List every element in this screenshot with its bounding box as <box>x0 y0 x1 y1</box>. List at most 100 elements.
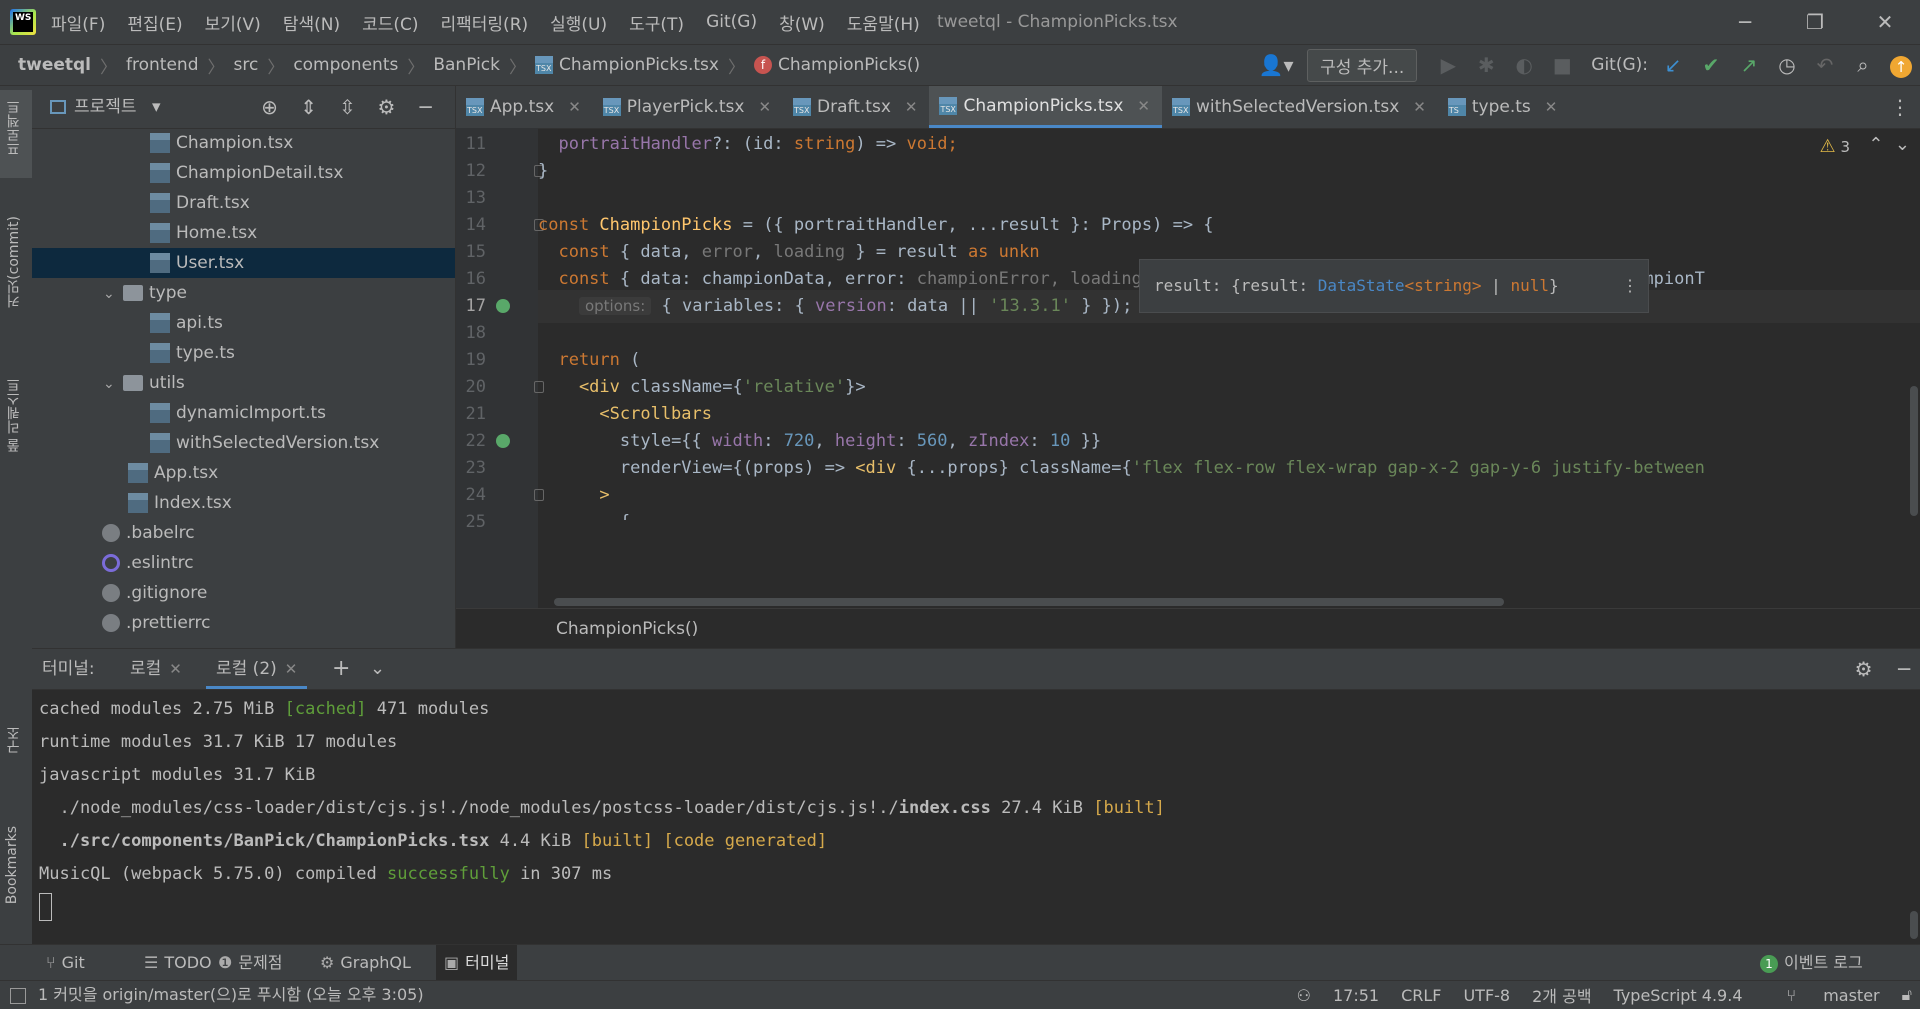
menu-navigate[interactable]: 탐색(N) <box>272 10 351 35</box>
breadcrumb-frontend[interactable]: frontend <box>126 55 198 75</box>
commit-tool-tab[interactable]: 커밋(commit) <box>4 216 24 308</box>
tree-file[interactable]: api.ts <box>32 308 455 338</box>
terminal-tool-button[interactable]: ▣ 터미널 <box>436 945 518 981</box>
previous-highlight-icon[interactable]: ⌃ <box>1868 134 1883 155</box>
tree-file[interactable]: Index.tsx <box>32 488 455 518</box>
breadcrumb-components[interactable]: components <box>293 55 398 75</box>
tree-file[interactable]: ChampionDetail.tsx <box>32 158 455 188</box>
hide-icon[interactable]: ─ <box>406 95 445 119</box>
editor-tab[interactable]: TSX withSelectedVersion.tsx ✕ <box>1162 86 1438 128</box>
close-icon[interactable]: ✕ <box>1850 0 1920 44</box>
chevron-down-icon[interactable]: ⌄ <box>103 369 123 399</box>
rollback-icon[interactable]: ↶ <box>1806 45 1844 85</box>
graphql-tool-button[interactable]: ⚙ GraphQL <box>320 945 411 981</box>
collapse-all-icon[interactable]: ⇳ <box>328 95 367 119</box>
menu-help[interactable]: 도움말(H) <box>836 10 931 35</box>
editor-vertical-scrollbar[interactable] <box>1910 386 1918 516</box>
breadcrumb-function[interactable]: ChampionPicks() <box>778 55 920 75</box>
tree-file[interactable]: .eslintrc <box>32 548 455 578</box>
menu-git[interactable]: Git(G) <box>695 12 768 32</box>
tree-file[interactable]: Champion.tsx <box>32 128 455 158</box>
inspection-profile-icon[interactable]: ⚇ <box>1297 986 1311 1005</box>
tree-file[interactable]: .prettierrc <box>32 608 455 638</box>
debug-icon[interactable]: ✱ <box>1467 45 1505 85</box>
user-icon[interactable]: 👤▾ <box>1257 45 1295 85</box>
close-tab-icon[interactable]: ✕ <box>1545 86 1558 128</box>
webstorm-logo-icon[interactable]: WS <box>10 9 36 35</box>
menu-refactor[interactable]: 리팩터링(R) <box>430 10 540 35</box>
tree-file[interactable]: withSelectedVersion.tsx <box>32 428 455 458</box>
editor-tab[interactable]: TSX Draft.tsx ✕ <box>783 86 929 128</box>
code-area[interactable]: portraitHandler?: (id: string) => void; … <box>538 128 1920 608</box>
terminal-tab-local-2[interactable]: 로컬 (2) ✕ <box>206 649 308 689</box>
history-icon[interactable]: ◷ <box>1768 45 1806 85</box>
terminal-scrollbar[interactable] <box>1910 911 1918 939</box>
breadcrumb-project[interactable]: tweetql <box>18 55 91 75</box>
project-view-selector[interactable]: 프로젝트 ▾ <box>50 86 161 128</box>
bookmarks-tool-tab[interactable]: Bookmarks <box>4 826 20 904</box>
git-tool-button[interactable]: ⑂ Git <box>46 945 85 981</box>
git-branch-widget[interactable]: ⑂ master <box>1765 986 1880 1005</box>
tree-file[interactable]: .gitignore <box>32 578 455 608</box>
gear-icon[interactable]: ⚙ <box>367 95 406 119</box>
add-configuration-button[interactable]: 구성 추가... <box>1307 48 1418 82</box>
editor-tab[interactable]: TS type.ts ✕ <box>1438 86 1569 128</box>
line-separator[interactable]: CRLF <box>1401 986 1441 1005</box>
coverage-icon[interactable]: ◐ <box>1505 45 1543 85</box>
close-tab-icon[interactable]: ✕ <box>1137 85 1150 127</box>
editor-tab[interactable]: TSX ChampionPicks.tsx ✕ <box>929 86 1162 128</box>
horizontal-scrollbar[interactable] <box>554 598 1504 606</box>
project-tool-tab[interactable]: 프로젝트 <box>4 100 24 156</box>
inspection-widget[interactable]: ⚠ 3 <box>1820 136 1850 157</box>
status-message[interactable]: 1 커밋을 origin/master(으)로 푸시함 (오늘 오후 3:05) <box>10 981 424 1009</box>
indent-setting[interactable]: 2개 공백 <box>1532 983 1591 1007</box>
tree-file[interactable]: Home.tsx <box>32 218 455 248</box>
tree-file[interactable]: User.tsx <box>32 248 455 278</box>
stop-icon[interactable]: ■ <box>1543 45 1581 85</box>
menu-window[interactable]: 창(W) <box>768 10 836 35</box>
gear-icon[interactable]: ⚙ <box>1855 657 1873 681</box>
close-tab-icon[interactable]: ✕ <box>169 660 182 678</box>
git-commit-icon[interactable]: ✔ <box>1692 45 1730 85</box>
run-icon[interactable]: ▶ <box>1429 45 1467 85</box>
editor-tab[interactable]: TSX App.tsx ✕ <box>456 86 593 128</box>
menu-edit[interactable]: 편집(E) <box>116 10 193 35</box>
problems-tool-button[interactable]: ❶ 문제점 <box>218 945 283 981</box>
tree-folder[interactable]: ⌄ type <box>32 278 455 308</box>
caret-position[interactable]: 17:51 <box>1333 986 1379 1005</box>
close-tab-icon[interactable]: ✕ <box>285 660 298 678</box>
editor-tab[interactable]: TSX PlayerPick.tsx ✕ <box>593 86 783 128</box>
todo-tool-button[interactable]: ☰ TODO <box>144 945 212 981</box>
locate-icon[interactable]: ⊕ <box>250 95 289 119</box>
close-tab-icon[interactable]: ✕ <box>568 86 581 128</box>
tree-file[interactable]: dynamicImport.ts <box>32 398 455 428</box>
tree-file[interactable]: .babelrc <box>32 518 455 548</box>
terminal-prompt[interactable] <box>39 891 1165 924</box>
terminal-tab-local[interactable]: 로컬 ✕ <box>130 649 182 689</box>
menu-tools[interactable]: 도구(T) <box>618 10 695 35</box>
hide-icon[interactable]: ─ <box>1898 657 1910 681</box>
new-terminal-icon[interactable]: + <box>332 649 350 689</box>
menu-run[interactable]: 실행(U) <box>539 10 618 35</box>
close-tab-icon[interactable]: ✕ <box>1413 86 1426 128</box>
breadcrumb-src[interactable]: src <box>233 55 258 75</box>
language-service[interactable]: TypeScript 4.9.4 <box>1614 986 1743 1005</box>
tree-file[interactable]: Draft.tsx <box>32 188 455 218</box>
minimize-icon[interactable]: ─ <box>1710 0 1780 44</box>
terminal-dropdown-icon[interactable]: ⌄ <box>370 649 385 689</box>
popup-more-icon[interactable]: ⋮ <box>1622 260 1638 312</box>
tree-file[interactable]: type.ts <box>32 338 455 368</box>
menu-code[interactable]: 코드(C) <box>351 10 429 35</box>
close-tab-icon[interactable]: ✕ <box>758 86 771 128</box>
next-highlight-icon[interactable]: ⌄ <box>1895 134 1910 155</box>
breadcrumb-file[interactable]: ChampionPicks.tsx <box>559 55 719 75</box>
git-update-icon[interactable]: ↙ <box>1654 45 1692 85</box>
git-push-icon[interactable]: ↗ <box>1730 45 1768 85</box>
implementation-marker-icon[interactable] <box>496 299 510 313</box>
more-tabs-icon[interactable]: ⋮ <box>1890 86 1910 128</box>
structure-tool-tab[interactable]: 구조 <box>4 726 24 754</box>
update-available-icon[interactable]: ↑ <box>1882 45 1920 85</box>
restore-icon[interactable]: ❐ <box>1780 0 1850 44</box>
close-tab-icon[interactable]: ✕ <box>905 86 918 128</box>
implementation-marker-icon[interactable] <box>496 434 510 448</box>
